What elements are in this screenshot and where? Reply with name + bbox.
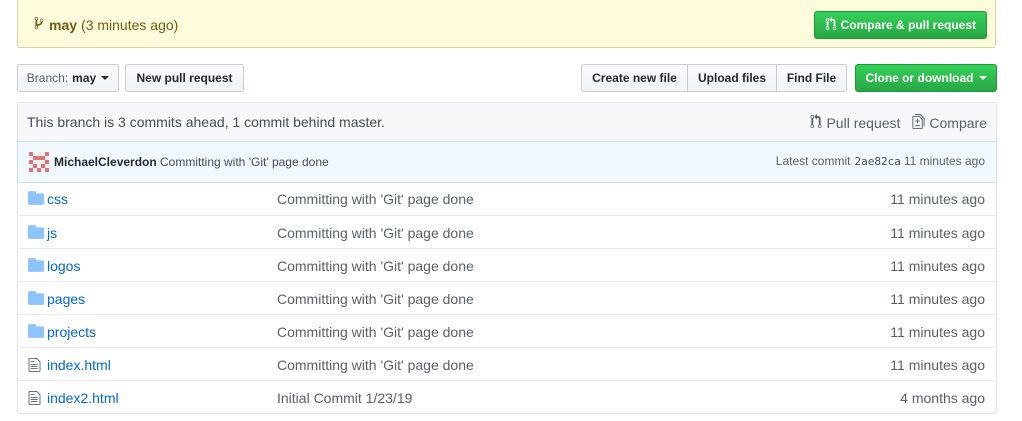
file-commit-message[interactable]: Committing with 'Git' page done — [277, 225, 474, 241]
file-diff-icon — [912, 114, 929, 132]
pull-request-icon — [825, 16, 841, 34]
file-name-link[interactable]: css — [47, 191, 68, 207]
file-commit-message[interactable]: Committing with 'Git' page done — [277, 191, 474, 207]
file-row: index.html Committing with 'Git' page do… — [18, 347, 996, 380]
avatar[interactable] — [29, 152, 49, 172]
upload-files-button[interactable]: Upload files — [687, 64, 777, 92]
file-name-link[interactable]: pages — [47, 291, 85, 307]
branch-status-text: This branch is 3 commits ahead, 1 commit… — [27, 114, 385, 130]
folder-icon — [28, 324, 44, 340]
clone-download-button[interactable]: Clone or download — [855, 64, 997, 92]
branch-actions: Pull request Compare — [798, 114, 987, 132]
find-file-button[interactable]: Find File — [776, 64, 847, 92]
file-row: pages Committing with 'Git' page done 11… — [18, 281, 996, 314]
recent-branch-age: (3 minutes ago) — [81, 16, 179, 33]
folder-icon — [28, 191, 44, 207]
file-row: logos Committing with 'Git' page done 11… — [18, 248, 996, 281]
file-row: js Committing with 'Git' page done 11 mi… — [18, 215, 996, 248]
chevron-down-icon — [978, 76, 987, 80]
file-age: 11 minutes ago — [890, 291, 985, 307]
file-age: 4 months ago — [900, 390, 985, 406]
file-row: projects Committing with 'Git' page done… — [18, 314, 996, 347]
file-age: 11 minutes ago — [890, 324, 985, 340]
file-commit-message[interactable]: Committing with 'Git' page done — [277, 324, 474, 340]
new-pull-request-button[interactable]: New pull request — [125, 64, 244, 92]
file-list: css Committing with 'Git' page done 11 m… — [17, 182, 997, 414]
pull-request-icon — [810, 114, 826, 132]
folder-icon — [28, 291, 44, 307]
pull-request-link[interactable]: Pull request — [810, 114, 900, 132]
chevron-down-icon — [101, 76, 110, 80]
file-commit-message[interactable]: Committing with 'Git' page done — [277, 258, 474, 274]
latest-commit-info: Latest commit 2ae82ca 11 minutes ago — [776, 154, 985, 168]
create-new-file-button[interactable]: Create new file — [581, 64, 688, 92]
branch-select-label: Branch: — [26, 71, 69, 85]
recent-branch: may (3 minutes ago) — [34, 16, 178, 33]
commit-sha[interactable]: 2ae82ca — [854, 155, 900, 168]
branch-status-bar: This branch is 3 commits ahead, 1 commit… — [17, 102, 997, 142]
commit-author[interactable]: MichaelCleverdon — [54, 155, 157, 169]
file-name-link[interactable]: index2.html — [47, 390, 119, 406]
file-icon — [28, 357, 44, 373]
pull-request-link-label: Pull request — [826, 115, 901, 131]
compare-link-label: Compare — [929, 115, 987, 131]
compare-link[interactable]: Compare — [912, 114, 987, 132]
file-age: 11 minutes ago — [890, 258, 985, 274]
file-name-link[interactable]: js — [47, 225, 57, 241]
folder-icon — [28, 258, 44, 274]
file-name-link[interactable]: projects — [47, 324, 96, 340]
file-commit-message[interactable]: Committing with 'Git' page done — [277, 291, 474, 307]
file-row: css Committing with 'Git' page done 11 m… — [18, 182, 996, 215]
commit-message[interactable]: Committing with 'Git' page done — [160, 155, 329, 169]
commit-age: 11 minutes ago — [903, 154, 985, 168]
folder-icon — [28, 225, 44, 241]
clone-download-label: Clone or download — [865, 71, 974, 85]
file-age: 11 minutes ago — [890, 225, 985, 241]
file-name-link[interactable]: index.html — [47, 357, 111, 373]
latest-commit-label: Latest commit — [775, 154, 851, 168]
file-age: 11 minutes ago — [890, 357, 985, 373]
file-row: index2.html Initial Commit 1/23/19 4 mon… — [18, 380, 996, 413]
latest-commit-bar: MichaelCleverdon Committing with 'Git' p… — [17, 141, 997, 183]
file-commit-message[interactable]: Initial Commit 1/23/19 — [277, 390, 412, 406]
recent-push-banner: may (3 minutes ago) Compare & pull reque… — [17, 0, 996, 48]
branch-select-value: may — [72, 71, 97, 85]
compare-pull-request-label: Compare & pull request — [840, 18, 976, 32]
branch-icon — [34, 16, 44, 33]
compare-pull-request-button[interactable]: Compare & pull request — [813, 11, 987, 39]
file-name-link[interactable]: logos — [47, 258, 80, 274]
recent-branch-name[interactable]: may — [49, 17, 77, 33]
branch-select-button[interactable]: Branch: may — [17, 64, 119, 92]
file-age: 11 minutes ago — [890, 191, 985, 207]
file-commit-message[interactable]: Committing with 'Git' page done — [277, 357, 474, 373]
file-icon — [28, 390, 44, 406]
